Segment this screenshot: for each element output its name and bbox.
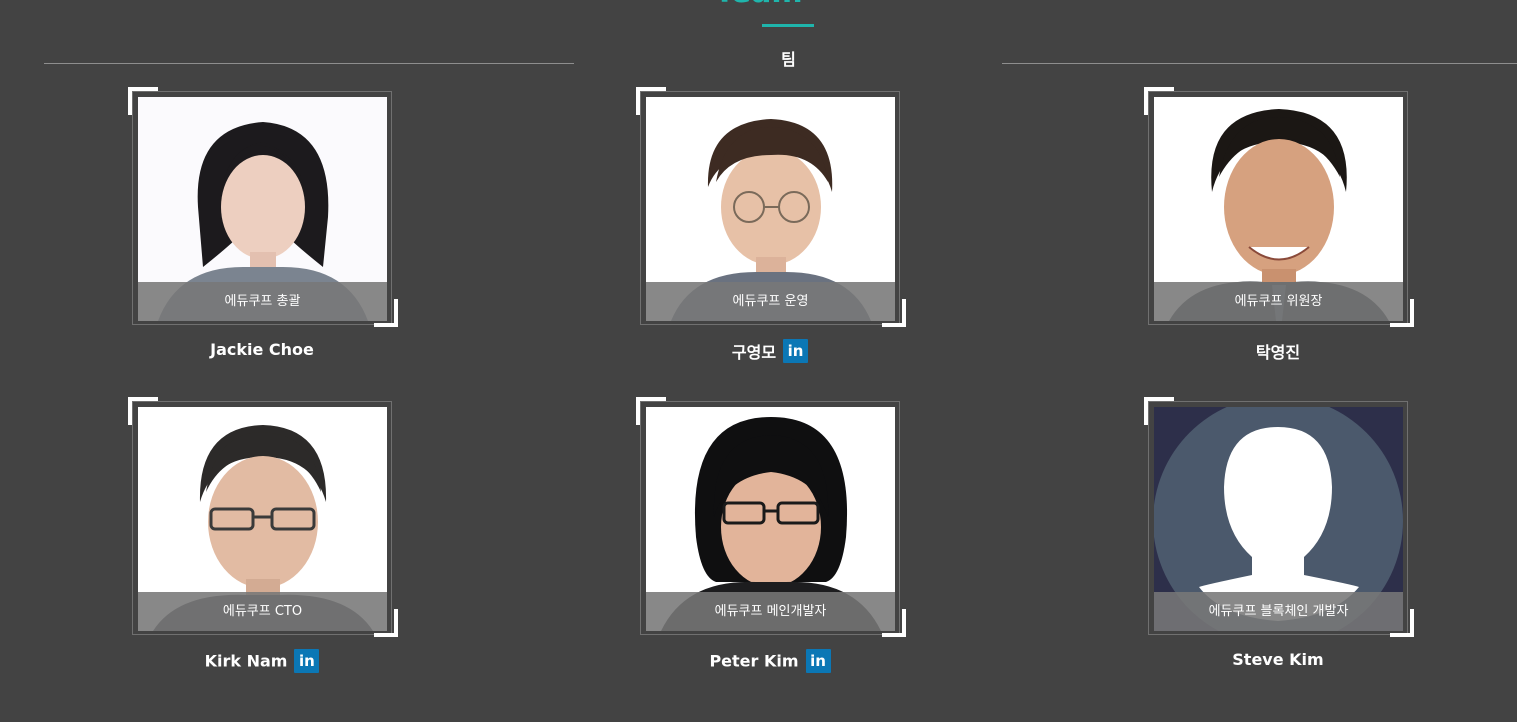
member-name: 탁영진 xyxy=(1255,343,1301,362)
member-name-row: 탁영진 xyxy=(1144,339,1412,363)
member-role: 에듀쿠프 메인개발자 xyxy=(646,592,895,631)
member-role: 에듀쿠프 위원장 xyxy=(1154,282,1403,321)
member-name: Peter Kim xyxy=(709,651,799,671)
member-photo: 에듀쿠프 위원장 xyxy=(1154,97,1403,321)
frame-corner-top-left xyxy=(636,87,666,115)
member-name-row: Jackie Choe xyxy=(128,339,396,359)
member-name-row: Steve Kim xyxy=(1144,649,1412,669)
team-card: 에듀쿠프 운영 구영모 in xyxy=(636,87,906,377)
frame-corner-bottom-right xyxy=(1390,299,1414,327)
member-photo: 에듀쿠프 총괄 xyxy=(138,97,387,321)
member-role: 에듀쿠프 블록체인 개발자 xyxy=(1154,592,1403,631)
frame-corner-top-left xyxy=(1144,87,1174,115)
team-card: 에듀쿠프 블록체인 개발자 Steve Kim xyxy=(1144,397,1414,687)
member-role: 에듀쿠프 총괄 xyxy=(138,282,387,321)
frame-corner-top-left xyxy=(128,87,158,115)
member-photo: 에듀쿠프 운영 xyxy=(646,97,895,321)
member-photo: 에듀쿠프 메인개발자 xyxy=(646,407,895,631)
frame-corner-bottom-right xyxy=(882,299,906,327)
title-underline xyxy=(762,24,814,27)
team-card: 에듀쿠프 CTO Kirk Nam in xyxy=(128,397,398,687)
frame-corner-top-left xyxy=(128,397,158,425)
frame-corner-top-left xyxy=(636,397,666,425)
frame-corner-bottom-right xyxy=(374,609,398,637)
member-name: 구영모 xyxy=(731,343,777,362)
member-photo: 에듀쿠프 블록체인 개발자 xyxy=(1154,407,1403,631)
frame-corner-bottom-right xyxy=(1390,609,1414,637)
frame-corner-bottom-right xyxy=(374,299,398,327)
member-name-row: Peter Kim in xyxy=(636,649,904,673)
member-name: Steve Kim xyxy=(1232,650,1324,669)
team-card: 에듀쿠프 메인개발자 Peter Kim in xyxy=(636,397,906,687)
member-role: 에듀쿠프 운영 xyxy=(646,282,895,321)
member-photo: 에듀쿠프 CTO xyxy=(138,407,387,631)
linkedin-icon[interactable]: in xyxy=(783,339,809,363)
member-name: Jackie Choe xyxy=(210,340,314,359)
linkedin-icon[interactable]: in xyxy=(805,649,831,673)
member-name-row: 구영모 in xyxy=(636,339,904,363)
member-name: Kirk Nam xyxy=(204,651,288,671)
member-role: 에듀쿠프 CTO xyxy=(138,592,387,631)
linkedin-icon[interactable]: in xyxy=(294,649,320,673)
member-name-row: Kirk Nam in xyxy=(128,649,396,673)
divider-right xyxy=(1002,63,1517,64)
frame-corner-bottom-right xyxy=(882,609,906,637)
section-title: Team xyxy=(0,0,1517,8)
frame-corner-top-left xyxy=(1144,397,1174,425)
team-card: 에듀쿠프 총괄 Jackie Choe xyxy=(128,87,398,377)
team-card: 에듀쿠프 위원장 탁영진 xyxy=(1144,87,1414,377)
section-subtitle: 팀 xyxy=(781,50,796,69)
